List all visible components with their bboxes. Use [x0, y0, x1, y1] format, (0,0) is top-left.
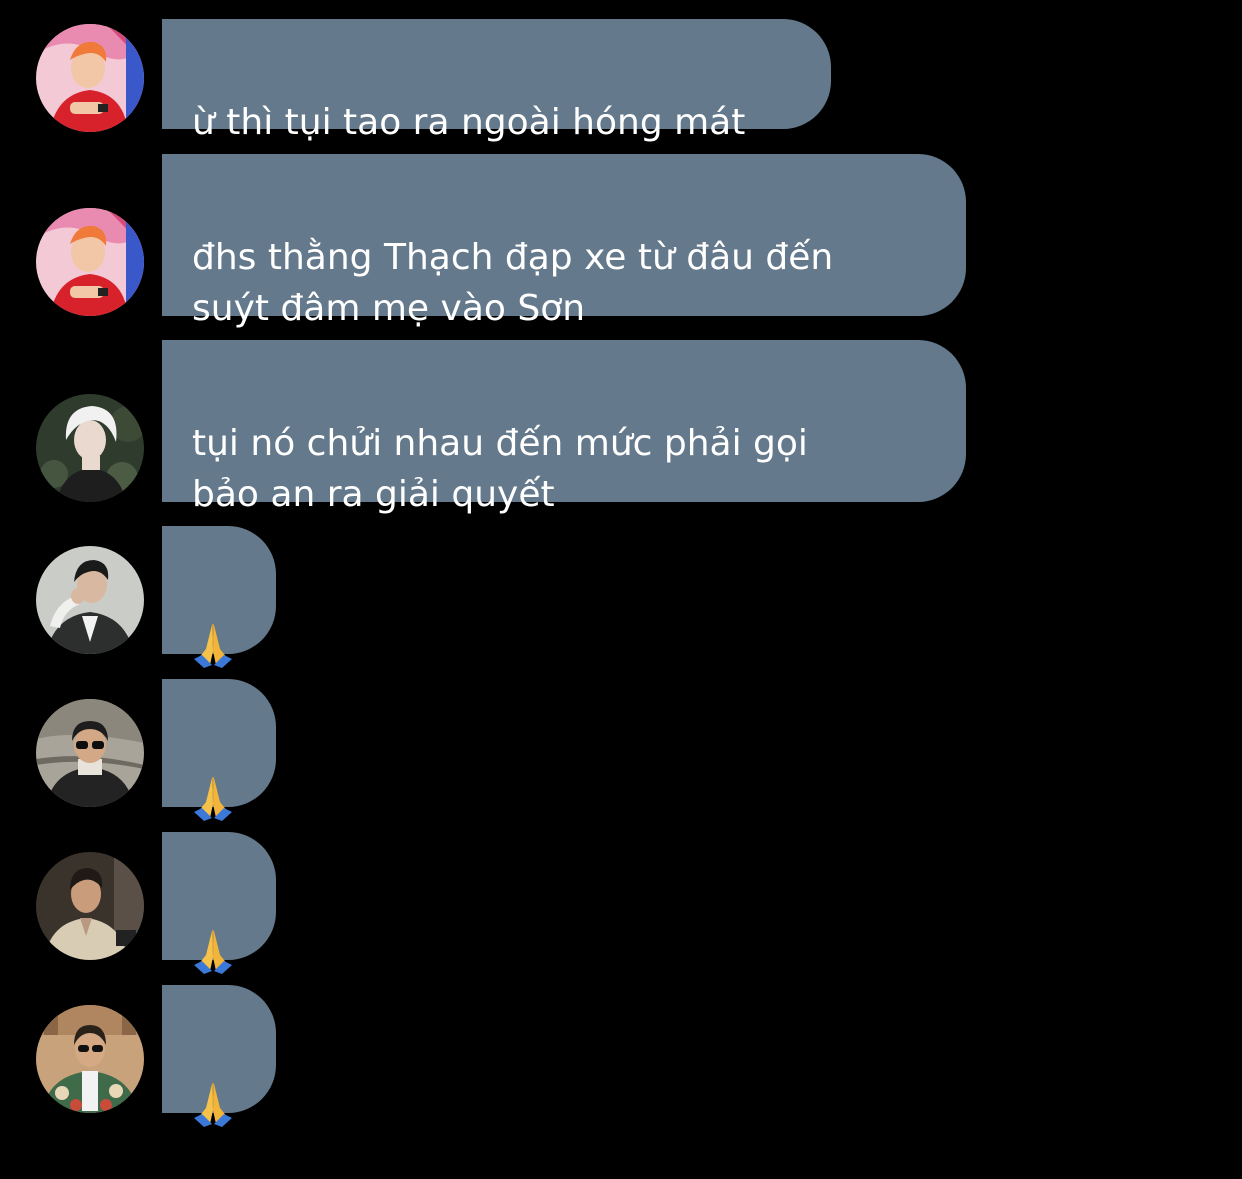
- folded-hands-icon: [188, 568, 238, 668]
- message-text: ừ thì tụi tao ra ngoài hóng mát: [192, 102, 746, 143]
- folded-hands-icon: [188, 1027, 238, 1127]
- avatar-sunglasses-road-icon[interactable]: [36, 699, 144, 807]
- avatar-suit-pose-icon[interactable]: [36, 546, 144, 654]
- avatar-floral-shirt-icon[interactable]: [36, 1005, 144, 1113]
- avatar-beige-shirt-icon[interactable]: [36, 852, 144, 960]
- message-text: tụi nó chửi nhau đến mức phải gọi bảo an…: [192, 423, 808, 515]
- folded-hands-icon: [188, 874, 238, 974]
- message-bubble[interactable]: [162, 832, 276, 974]
- message-bubble[interactable]: [162, 526, 276, 668]
- avatar-pink-red-icon[interactable]: [36, 208, 144, 316]
- avatar-pink-red-icon[interactable]: [36, 24, 144, 132]
- folded-hands-icon: [188, 721, 238, 821]
- message-text: đhs thằng Thạch đạp xe từ đâu đến suýt đ…: [192, 237, 834, 329]
- message-bubble[interactable]: [162, 679, 276, 821]
- avatar-white-hair-icon[interactable]: [36, 394, 144, 502]
- message-bubble[interactable]: đhs thằng Thạch đạp xe từ đâu đến suýt đ…: [162, 154, 966, 329]
- message-bubble[interactable]: ừ thì tụi tao ra ngoài hóng mát: [162, 19, 831, 143]
- message-bubble[interactable]: tụi nó chửi nhau đến mức phải gọi bảo an…: [162, 340, 966, 515]
- message-bubble[interactable]: [162, 985, 276, 1127]
